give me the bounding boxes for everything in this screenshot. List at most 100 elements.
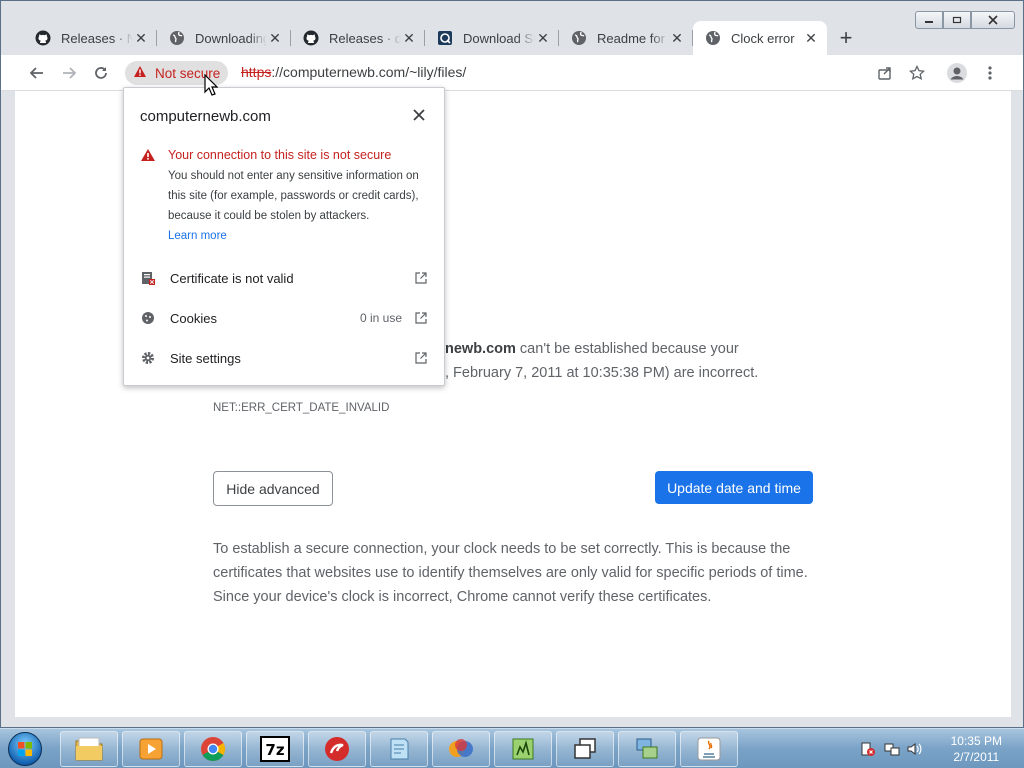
- certificate-row[interactable]: Certificate is not valid: [124, 260, 444, 296]
- taskbar: 7z 10:35 PM 2/7/2011: [0, 728, 1024, 768]
- star-icon: [909, 65, 925, 81]
- site-settings-label: Site settings: [170, 350, 241, 366]
- site-settings-row[interactable]: Site settings: [124, 340, 444, 376]
- github-icon: [35, 30, 51, 46]
- forward-arrow-icon: [63, 67, 77, 79]
- external-link-icon: [414, 351, 428, 365]
- popup-warning-title: Your connection to this site is not secu…: [168, 148, 392, 162]
- windows-logo-icon: [8, 732, 42, 766]
- system-tray: 10:35 PM 2/7/2011: [854, 729, 1024, 768]
- new-tab-button[interactable]: +: [831, 21, 861, 55]
- taskbar-network[interactable]: [618, 731, 676, 767]
- share-icon: [878, 67, 891, 80]
- kebab-menu-icon: [988, 66, 992, 80]
- start-button[interactable]: [2, 730, 48, 768]
- certificate-icon: [140, 270, 156, 286]
- title-bar: Releases · Na ✕ Downloading ✕ Releases ·…: [1, 1, 1023, 55]
- address-bar[interactable]: Not secure https://computernewb.com/~lil…: [121, 58, 941, 88]
- cookie-icon: [140, 310, 156, 326]
- action-center-icon[interactable]: [860, 741, 876, 757]
- close-icon[interactable]: ✕: [401, 30, 417, 46]
- globe-icon: [705, 30, 721, 46]
- taskbar-app-red[interactable]: [308, 731, 366, 767]
- notepad-icon: [390, 738, 409, 760]
- tab-title: Download St: [463, 30, 535, 46]
- avatar-icon: [947, 63, 967, 83]
- mouse-cursor-icon: [204, 74, 218, 96]
- tab-releases-2[interactable]: Releases · dn ✕: [291, 21, 425, 55]
- taskbar-chrome[interactable]: [184, 731, 242, 767]
- taskbar-7zip[interactable]: 7z: [246, 731, 304, 767]
- cookies-count: 0 in use: [359, 311, 402, 325]
- gear-icon: [140, 350, 156, 366]
- tab-releases-1[interactable]: Releases · Na ✕: [23, 21, 157, 55]
- taskbar-windows[interactable]: [556, 731, 614, 767]
- browser-window: Releases · Na ✕ Downloading ✕ Releases ·…: [0, 0, 1024, 728]
- tab-clock-error[interactable]: Clock error ✕: [693, 21, 827, 55]
- tab-downloading[interactable]: Downloading ✕: [157, 21, 291, 55]
- close-icon[interactable]: ✕: [535, 30, 551, 46]
- cookies-label: Cookies: [170, 310, 217, 326]
- close-icon[interactable]: ✕: [803, 30, 819, 46]
- learn-more-link[interactable]: Learn more: [168, 230, 227, 242]
- back-arrow-icon: [29, 67, 43, 79]
- close-icon[interactable]: ✕: [669, 30, 685, 46]
- folder-icon: [75, 737, 103, 761]
- app-red-icon: [325, 737, 349, 761]
- profile-button[interactable]: [943, 59, 971, 87]
- tab-title: Releases · dn: [329, 30, 401, 46]
- url-scheme: https: [241, 64, 272, 80]
- minimize-icon: [925, 21, 933, 23]
- close-icon: [988, 15, 998, 25]
- taskbar-java[interactable]: [680, 731, 738, 767]
- taskbar-app-color[interactable]: [432, 731, 490, 767]
- error-line-2: , February 7, 2011 at 10:35:38 PM) are i…: [445, 365, 759, 381]
- menu-button[interactable]: [976, 59, 1004, 87]
- close-icon[interactable]: ✕: [133, 30, 149, 46]
- restore-icon: [952, 16, 962, 24]
- taskbar-explorer[interactable]: [60, 731, 118, 767]
- bookmark-button[interactable]: [903, 59, 931, 87]
- chrome-icon: [201, 737, 226, 761]
- cookies-row[interactable]: Cookies 0 in use: [124, 300, 444, 336]
- update-date-time-button[interactable]: Update date and time: [655, 471, 813, 504]
- tab-strip: Releases · Na ✕ Downloading ✕ Releases ·…: [23, 21, 861, 55]
- app-icon: [437, 30, 453, 46]
- popup-host: computernewb.com: [140, 108, 271, 125]
- taskbar-editor[interactable]: [494, 731, 552, 767]
- globe-icon: [571, 30, 587, 46]
- hide-advanced-button[interactable]: Hide advanced: [213, 471, 333, 506]
- explanation-text: To establish a secure connection, your c…: [213, 541, 808, 605]
- tab-download-st[interactable]: Download St ✕: [425, 21, 559, 55]
- media-player-icon: [139, 738, 163, 760]
- site-info-popup: computernewb.com Your connection to this…: [123, 87, 445, 386]
- app-color-icon: [449, 739, 473, 757]
- warning-icon: [133, 65, 147, 81]
- back-button[interactable]: [23, 59, 51, 87]
- close-icon: [413, 109, 425, 121]
- share-button[interactable]: [871, 59, 899, 87]
- svg-text:7z: 7z: [265, 741, 284, 759]
- volume-icon[interactable]: [906, 741, 922, 757]
- windows-stack-icon: [574, 738, 596, 759]
- browser-toolbar: Not secure https://computernewb.com/~lil…: [1, 55, 1023, 91]
- warning-icon: [140, 148, 156, 167]
- clock-date: 2/7/2011: [953, 750, 1000, 764]
- tab-readme[interactable]: Readme for V ✕: [559, 21, 693, 55]
- system-clock[interactable]: 10:35 PM 2/7/2011: [951, 733, 1002, 765]
- close-icon[interactable]: ✕: [267, 30, 283, 46]
- external-link-icon: [414, 311, 428, 325]
- taskbar-media-player[interactable]: [122, 731, 180, 767]
- minimize-button[interactable]: [915, 11, 943, 29]
- network-tray-icon[interactable]: [884, 741, 900, 757]
- maximize-button[interactable]: [943, 11, 971, 29]
- popup-close-button[interactable]: [410, 106, 428, 124]
- error-line-1-rest: can't be established because your: [515, 341, 739, 357]
- taskbar-notepad[interactable]: [370, 731, 428, 767]
- reload-button[interactable]: [87, 59, 115, 87]
- 7zip-icon: 7z: [260, 736, 290, 762]
- clock-time: 10:35 PM: [950, 734, 1002, 748]
- forward-button[interactable]: [55, 59, 83, 87]
- close-window-button[interactable]: [971, 11, 1015, 29]
- reload-icon: [95, 67, 107, 79]
